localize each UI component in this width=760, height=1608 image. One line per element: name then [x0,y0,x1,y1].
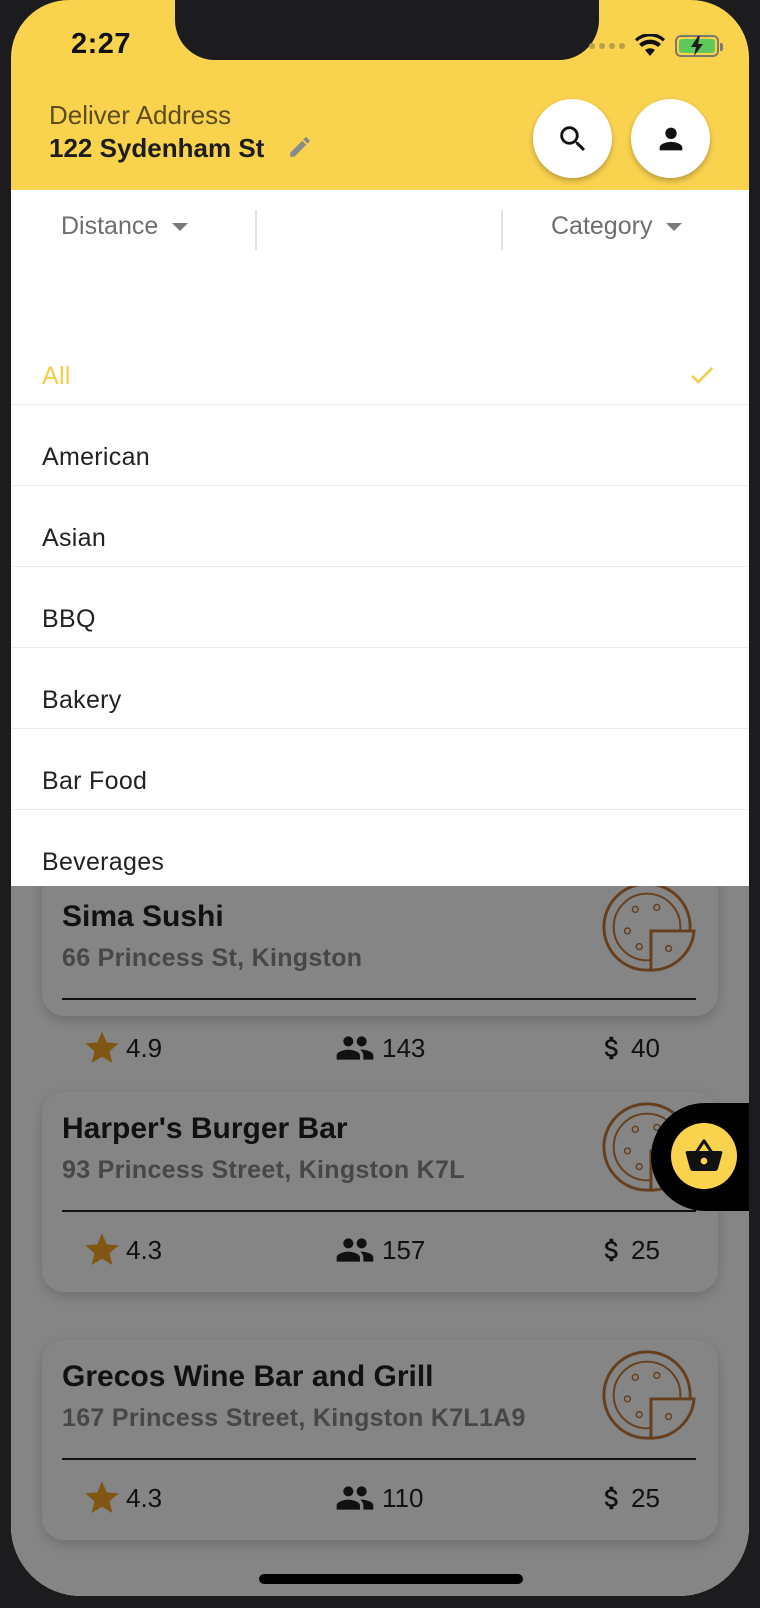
category-option-bar-food[interactable]: Bar Food [11,729,749,810]
category-option-label: American [42,443,150,471]
category-option-label: Beverages [42,848,165,876]
category-option-asian[interactable]: Asian [11,486,749,567]
category-option-label: Asian [42,524,107,552]
category-filter[interactable]: Category [551,212,683,241]
modal-backdrop[interactable] [11,886,749,1596]
category-option-american[interactable]: American [11,405,749,486]
category-option-beverages[interactable]: Beverages [11,810,749,886]
category-option-label: BBQ [42,605,96,633]
filter-divider [255,210,257,250]
filter-bar: Distance Category [11,190,749,270]
category-option-bbq[interactable]: BBQ [11,567,749,648]
app-header: 2:27 Deliver Address 122 Sydenham St [11,0,749,190]
home-indicator[interactable] [259,1574,523,1584]
cellular-signal-icon [589,43,625,49]
cart-button[interactable] [651,1103,749,1211]
cart-button-circle [671,1123,737,1189]
category-option-all[interactable]: All [11,324,749,405]
distance-filter-label: Distance [61,212,159,240]
chevron-down-icon [172,222,189,231]
category-dropdown: All American Asian BBQ Bakery Bar Food B… [11,270,749,886]
filter-divider [501,210,503,250]
profile-button[interactable] [631,99,710,178]
category-option-label: Bakery [42,686,122,714]
phone-frame: 2:27 Deliver Address 122 Sydenham St Dis… [0,0,760,1608]
status-icons [589,32,723,60]
category-option-bakery[interactable]: Bakery [11,648,749,729]
check-icon [691,366,714,384]
device-notch [175,0,599,60]
person-icon [659,127,682,150]
app-screen: 2:27 Deliver Address 122 Sydenham St Dis… [11,0,749,1596]
address-label: Deliver Address [49,100,232,130]
wifi-icon [635,34,665,56]
search-button[interactable] [533,99,612,178]
battery-icon [675,35,723,57]
basket-icon [685,1139,723,1171]
chevron-down-icon [666,222,683,231]
category-option-label: Bar Food [42,767,148,795]
status-time: 2:27 [71,28,132,60]
screen-corner-left [11,0,71,60]
address-value[interactable]: 122 Sydenham St [49,133,264,164]
category-option-label: All [42,362,71,390]
search-icon [559,125,585,151]
category-filter-label: Category [551,212,653,240]
pencil-icon[interactable] [287,134,313,160]
distance-filter[interactable]: Distance [61,212,189,241]
